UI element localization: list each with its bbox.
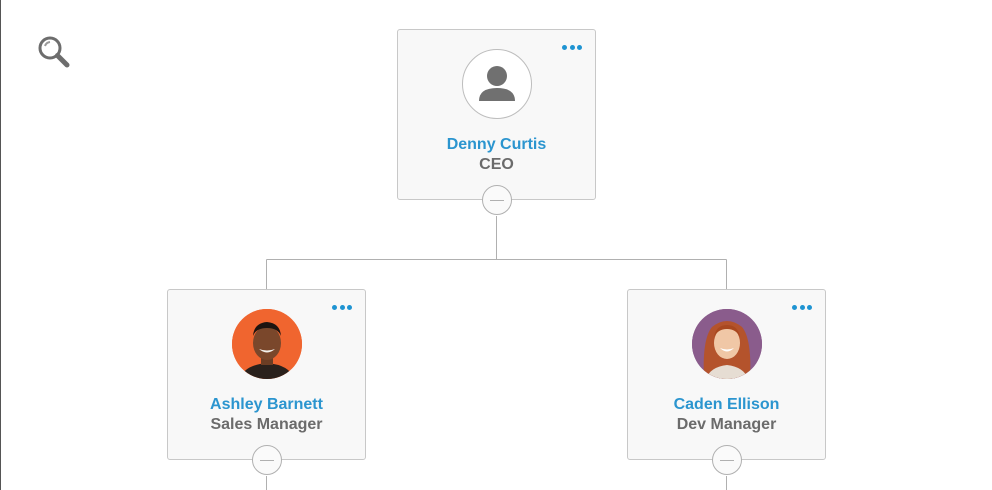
node-name[interactable]: Caden Ellison: [628, 396, 825, 414]
collapse-toggle-button[interactable]: [252, 445, 282, 475]
org-node-card[interactable]: Denny Curtis CEO: [397, 29, 596, 215]
node-title: Dev Manager: [676, 416, 777, 433]
org-node-card[interactable]: Ashley Barnett Sales Manager: [167, 289, 366, 475]
node-name[interactable]: Ashley Barnett: [168, 396, 365, 414]
node-title: CEO: [479, 156, 514, 173]
avatar: [232, 309, 302, 379]
person-placeholder-icon: [462, 49, 532, 119]
more-options-icon[interactable]: [332, 302, 352, 312]
more-options-icon[interactable]: [562, 42, 582, 52]
avatar: [692, 309, 762, 379]
more-options-icon[interactable]: [792, 302, 812, 312]
node-title: Sales Manager: [210, 416, 323, 433]
collapse-toggle-button[interactable]: [482, 185, 512, 215]
collapse-toggle-button[interactable]: [712, 445, 742, 475]
org-node-card[interactable]: Caden Ellison Dev Manager: [627, 289, 826, 475]
node-name[interactable]: Denny Curtis: [398, 136, 595, 154]
